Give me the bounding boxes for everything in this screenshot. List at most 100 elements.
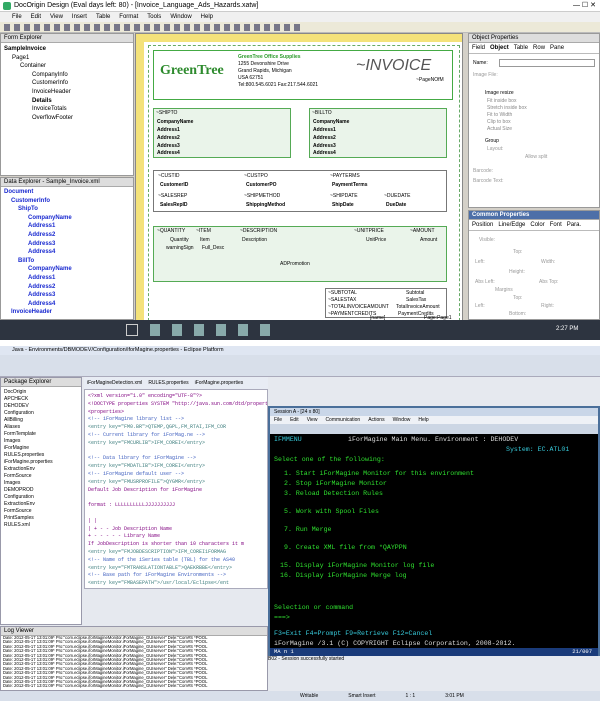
tree-node[interactable]: OverflowFooter — [4, 114, 133, 123]
tree-node[interactable]: Document — [4, 188, 133, 197]
resize-option[interactable]: Fit to Width — [487, 112, 512, 118]
menu-option[interactable]: 3. Reload Detection Rules — [284, 490, 383, 497]
window-controls[interactable]: — ☐ ✕ — [573, 1, 596, 9]
session-menu-item[interactable]: View — [307, 416, 318, 424]
package-tree-node[interactable]: ExtractionEnv — [4, 466, 81, 473]
package-tree-node[interactable]: Images — [4, 438, 81, 445]
menu-table[interactable]: Table — [96, 14, 110, 20]
eclipse-toolbar[interactable] — [0, 355, 600, 377]
package-tree-node[interactable]: Aliases — [4, 424, 81, 431]
menu-insert[interactable]: Insert — [72, 14, 87, 20]
package-tree-node[interactable]: RULES.xml — [4, 522, 81, 529]
menu-option[interactable]: 9. Create XML file from *QAYPPN — [284, 544, 407, 551]
package-tree-node[interactable]: DEMOPROD — [4, 487, 81, 494]
menu-option[interactable]: 7. Run Merge — [284, 526, 331, 533]
tree-node[interactable]: InvoiceTotals — [4, 105, 133, 114]
tree-node[interactable]: Container — [4, 62, 133, 71]
editor-tab[interactable]: iForMagineDetection.xml — [87, 380, 142, 386]
tree-node[interactable]: Page1 — [4, 54, 133, 63]
tree-node[interactable]: Address2 — [4, 283, 133, 292]
tree-node[interactable]: CustomerInfo — [4, 79, 133, 88]
tree-node[interactable]: Address4 — [4, 248, 133, 257]
menu-view[interactable]: View — [50, 14, 63, 20]
session-menu-item[interactable]: File — [274, 416, 282, 424]
design-canvas[interactable]: GreenTree GreenTree Office Supplies 1255… — [135, 33, 463, 323]
tab-font[interactable]: Font — [550, 222, 562, 228]
tree-node[interactable]: CompanyName — [4, 265, 133, 274]
tab-table[interactable]: Table — [514, 45, 528, 51]
tree-node[interactable]: Address4 — [4, 300, 133, 309]
package-tree-node[interactable]: FormSource — [4, 508, 81, 515]
package-tree-node[interactable]: ExtractionEnv — [4, 501, 81, 508]
package-tree-node[interactable]: Configuration — [4, 494, 81, 501]
menu-tools[interactable]: Tools — [147, 14, 161, 20]
tree-node[interactable]: InvoiceHeader — [4, 308, 133, 317]
tab-object[interactable]: Object — [490, 45, 509, 51]
package-tree-node[interactable]: Configuration — [4, 410, 81, 417]
taskbar-app-icons[interactable] — [150, 324, 270, 336]
resize-option[interactable]: Fit inside box — [487, 98, 516, 104]
session-menu-item[interactable]: Window — [393, 416, 411, 424]
package-tree-node[interactable]: RULES.properties — [4, 452, 81, 459]
tab-para[interactable]: Para. — [567, 222, 581, 228]
tree-node[interactable]: BillTo — [4, 257, 133, 266]
menu-format[interactable]: Format — [119, 14, 138, 20]
totals-box[interactable]: ~SUBTOTAL Subtotal ~SALESTAX SalesTax ~T… — [325, 288, 447, 318]
menu-window[interactable]: Window — [170, 14, 191, 20]
tab-color[interactable]: Color — [530, 222, 544, 228]
menu-help[interactable]: Help — [201, 14, 213, 20]
xml-editor[interactable]: <?xml version="1.0" encoding="UTF-8"?> <!… — [84, 389, 268, 589]
start-icon[interactable] — [126, 324, 138, 336]
terminal-session[interactable]: Session A - [24 x 80] File Edit View Com… — [268, 406, 600, 656]
package-tree-node[interactable]: iForMagine.properties — [4, 459, 81, 466]
session-toolbar[interactable] — [270, 424, 598, 434]
tree-node[interactable]: ShipTo — [4, 205, 133, 214]
name-input[interactable] — [499, 59, 595, 67]
menu-option[interactable]: 15. Display iForMagine Monitor log file — [280, 562, 434, 569]
package-tree-node[interactable]: FormSource — [4, 473, 81, 480]
package-tree-node[interactable]: PrintSamples — [4, 515, 81, 522]
package-tree-node[interactable]: Images — [4, 480, 81, 487]
tab-position[interactable]: Position — [472, 222, 493, 228]
command-input[interactable]: ===> — [274, 614, 290, 621]
tree-node[interactable]: Address3 — [4, 240, 133, 249]
allow-split-checkbox[interactable]: Allow split — [525, 154, 547, 160]
tree-node[interactable]: Details — [4, 97, 133, 106]
tab-pane[interactable]: Pane — [550, 45, 564, 51]
tree-node[interactable]: CompanyInfo — [4, 71, 133, 80]
package-tree-node[interactable]: FormTemplate — [4, 431, 81, 438]
tree-node[interactable]: Address2 — [4, 231, 133, 240]
company-header[interactable]: GreenTree GreenTree Office Supplies 1255… — [153, 50, 453, 100]
tab-line-edge[interactable]: Line/Edge — [498, 222, 525, 228]
session-menu-item[interactable]: Edit — [290, 416, 299, 424]
tree-node[interactable]: CompanyName — [4, 214, 133, 223]
package-tree-node[interactable]: iForMagine — [4, 445, 81, 452]
tree-node[interactable]: Address1 — [4, 222, 133, 231]
toolbar-icons[interactable] — [4, 24, 304, 31]
tree-node[interactable]: Address3 — [4, 291, 133, 300]
menu-option[interactable]: 2. Stop iForMagine Monitor — [284, 480, 387, 487]
package-tree-node[interactable]: APCHECK — [4, 396, 81, 403]
tree-node[interactable]: Address1 — [4, 274, 133, 283]
package-tree-node[interactable]: DEHODEV — [4, 403, 81, 410]
resize-option[interactable]: Actual Size — [487, 126, 512, 132]
session-menu-item[interactable]: Help — [418, 416, 428, 424]
tree-node[interactable]: CustomerInfo — [4, 197, 133, 206]
resize-option[interactable]: Stretch inside box — [487, 105, 527, 111]
invoice-header-box[interactable]: ~CUSTID ~CUSTPO ~PAYTERMS CustomerID Cus… — [153, 170, 447, 212]
tree-node[interactable]: SampleInvoice — [4, 45, 133, 54]
resize-option[interactable]: Clip to box — [487, 119, 511, 125]
menu-option[interactable]: 16. Display iForMagine Merge log — [280, 572, 407, 579]
tree-node[interactable]: InvoiceHeader — [4, 88, 133, 97]
details-table[interactable]: ~QUANTITY ~ITEM ~DESCRIPTION ~UNITPRICE … — [153, 226, 447, 282]
session-menu-item[interactable]: Actions — [368, 416, 384, 424]
editor-tab[interactable]: RULES.properties — [148, 380, 188, 386]
menu-option[interactable]: 5. Work with Spool Files — [284, 508, 379, 515]
editor-tab[interactable]: iForMagine.properties — [195, 380, 244, 386]
session-menu-item[interactable]: Communication — [325, 416, 360, 424]
menu-file[interactable]: File — [12, 14, 22, 20]
tab-row[interactable]: Row — [533, 45, 545, 51]
ship-to-box[interactable]: ~SHIPTO CompanyName Address1 Address2 Ad… — [153, 108, 291, 158]
package-tree-node[interactable]: AllBilling — [4, 417, 81, 424]
menu-option[interactable]: 1. Start iForMagine Monitor for this env… — [284, 470, 474, 477]
